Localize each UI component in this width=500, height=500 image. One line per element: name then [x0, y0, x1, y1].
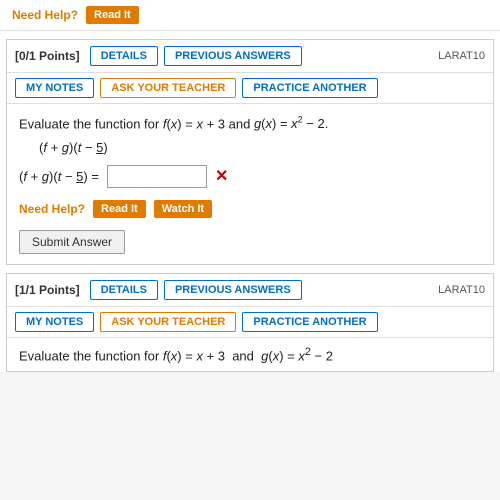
answer-label: (f + g)(t − 5) =	[19, 169, 99, 184]
points-label-1: [0/1 Points]	[15, 49, 80, 63]
previous-answers-button-1[interactable]: PREVIOUS ANSWERS	[164, 46, 302, 66]
larat-label-1: LARAT10	[438, 50, 485, 62]
bottom-problem-text: Evaluate the function for f(x) = x + 3 a…	[7, 338, 493, 371]
ask-teacher-button-1[interactable]: ASK YOUR TEACHER	[100, 78, 236, 98]
details-button-1[interactable]: DETAILS	[90, 46, 158, 66]
problem-intro: Evaluate the function for	[19, 116, 159, 131]
watch-it-button-1[interactable]: Watch It	[154, 200, 212, 218]
read-it-button-1[interactable]: Read It	[93, 200, 146, 218]
answer-row: (f + g)(t − 5) = ✕	[19, 165, 481, 188]
points-row-2: [1/1 Points] DETAILS PREVIOUS ANSWERS LA…	[7, 274, 493, 307]
problem-statement: Evaluate the function for f(x) = x + 3 a…	[19, 114, 481, 134]
expression-line: (f + g)(t − 5)	[39, 140, 481, 155]
section-2: [1/1 Points] DETAILS PREVIOUS ANSWERS LA…	[6, 273, 494, 372]
gx-expression: g(x) = x2 − 2.	[254, 116, 328, 131]
section-1: [0/1 Points] DETAILS PREVIOUS ANSWERS LA…	[6, 39, 494, 265]
fx-expression: f(x) = x + 3	[163, 116, 225, 131]
my-notes-button-1[interactable]: MY NOTES	[15, 78, 94, 98]
answer-input[interactable]	[107, 165, 207, 188]
practice-another-button-1[interactable]: PRACTICE ANOTHER	[242, 78, 377, 98]
need-help-label-1: Need Help?	[19, 202, 85, 216]
and-text: and	[229, 116, 254, 131]
details-button-2[interactable]: DETAILS	[90, 280, 158, 300]
content-area-1: Evaluate the function for f(x) = x + 3 a…	[7, 104, 493, 264]
notes-row-2: MY NOTES ASK YOUR TEACHER PRACTICE ANOTH…	[7, 307, 493, 338]
read-it-button-top[interactable]: Read It	[86, 6, 139, 24]
ask-teacher-button-2[interactable]: ASK YOUR TEACHER	[100, 312, 236, 332]
practice-another-button-2[interactable]: PRACTICE ANOTHER	[242, 312, 377, 332]
need-help-row-1: Need Help? Read It Watch It	[19, 200, 481, 218]
error-icon: ✕	[215, 166, 228, 186]
my-notes-button-2[interactable]: MY NOTES	[15, 312, 94, 332]
previous-answers-button-2[interactable]: PREVIOUS ANSWERS	[164, 280, 302, 300]
points-row-1: [0/1 Points] DETAILS PREVIOUS ANSWERS LA…	[7, 40, 493, 73]
top-strip: Need Help? Read It	[0, 0, 500, 31]
notes-row-1: MY NOTES ASK YOUR TEACHER PRACTICE ANOTH…	[7, 73, 493, 104]
larat-label-2: LARAT10	[438, 284, 485, 296]
points-label-2: [1/1 Points]	[15, 283, 80, 297]
need-help-label: Need Help?	[12, 8, 78, 22]
submit-button-1[interactable]: Submit Answer	[19, 230, 125, 254]
